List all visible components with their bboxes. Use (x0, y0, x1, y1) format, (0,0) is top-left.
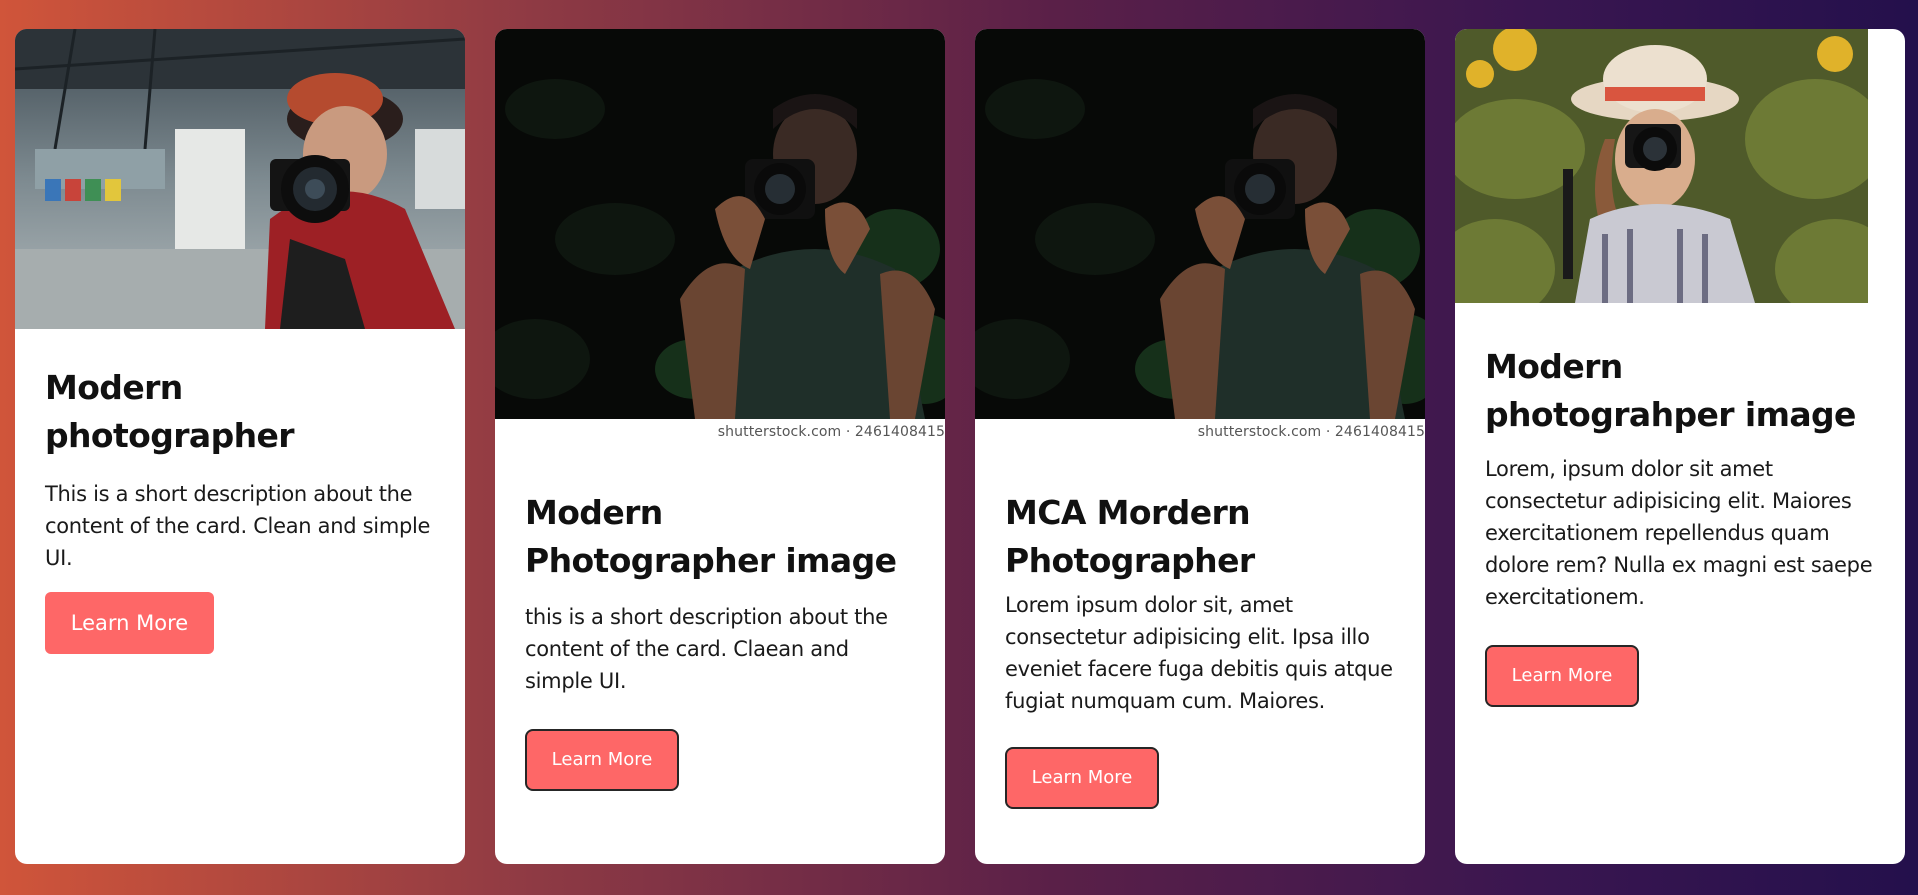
card-title: MCA Mordern Photographer (1005, 493, 1255, 580)
card-title: Modern photograhper image (1485, 347, 1856, 434)
watermark-label: shutterstock.com · 2461408415 (717, 424, 945, 440)
learn-more-button[interactable]: Learn More (525, 729, 679, 791)
card-2: shutterstock.com · 2461408415 Modern Pho… (495, 29, 945, 864)
card-description: this is a short description about the co… (525, 605, 888, 693)
card-title: Modern Photographer image (525, 493, 897, 580)
learn-more-button[interactable]: Learn More (1005, 747, 1159, 809)
photographer-photo-1 (15, 29, 465, 329)
card-description: Lorem, ipsum dolor sit amet consectetur … (1485, 457, 1873, 609)
photographer-photo-2 (495, 29, 945, 419)
learn-more-button[interactable]: Learn More (45, 592, 214, 654)
card-4: Modern photograhper image Lorem, ipsum d… (1455, 29, 1905, 864)
card-body: Modern Photographer image this is a shor… (525, 489, 917, 791)
watermark-label: shutterstock.com · 2461408415 (1197, 424, 1425, 440)
card-body: Modern photographer This is a short desc… (45, 364, 437, 654)
card-body: MCA Mordern Photographer Lorem ipsum dol… (1005, 489, 1397, 809)
card-description: Lorem ipsum dolor sit, amet consectetur … (1005, 593, 1393, 713)
card-description: This is a short description about the co… (45, 482, 431, 570)
card-body: Modern photograhper image Lorem, ipsum d… (1485, 343, 1877, 707)
card-title: Modern photographer (45, 368, 295, 455)
photographer-photo-4 (1455, 29, 1868, 303)
card-3: shutterstock.com · 2461408415 MCA Morder… (975, 29, 1425, 864)
card-grid: Modern photographer This is a short desc… (15, 29, 1905, 864)
card-1: Modern photographer This is a short desc… (15, 29, 465, 864)
learn-more-button[interactable]: Learn More (1485, 645, 1639, 707)
photographer-photo-3 (975, 29, 1425, 419)
